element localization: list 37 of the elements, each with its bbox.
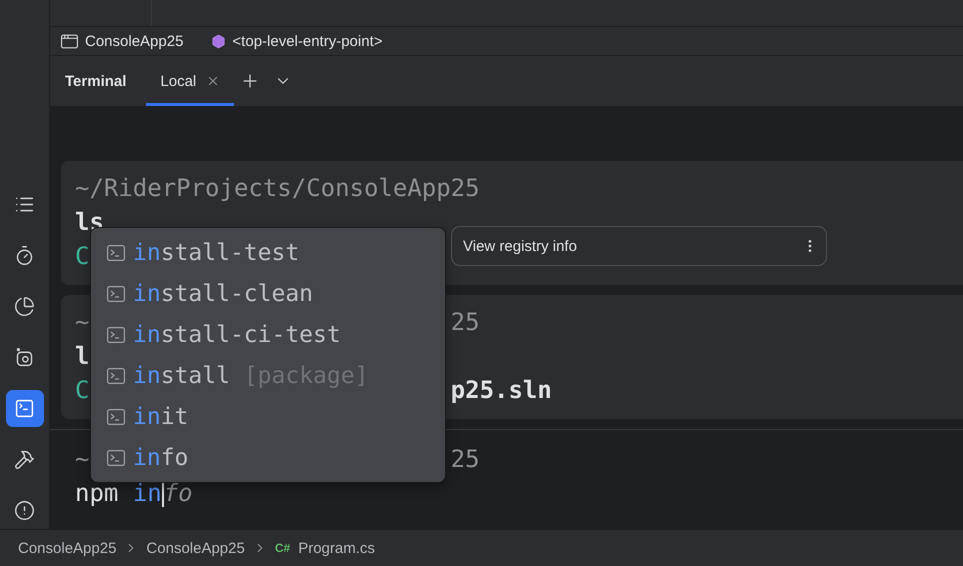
- terminal-icon: [107, 408, 125, 424]
- breadcrumb-item[interactable]: Program.cs: [298, 540, 375, 556]
- terminal-text: l: [75, 342, 90, 370]
- terminal-text: 25: [450, 445, 480, 473]
- terminal-icon: [107, 326, 125, 342]
- doc-text: View registry info: [463, 238, 577, 254]
- completion-item[interactable]: install-test: [91, 232, 445, 273]
- terminal-icon: [107, 244, 125, 260]
- hammer-icon: [14, 449, 35, 470]
- terminal-text: 25: [450, 308, 480, 336]
- window-icon: [60, 32, 79, 50]
- completion-item[interactable]: install-clean: [91, 273, 445, 314]
- cube-icon: [211, 34, 226, 48]
- terminal-icon: [107, 368, 125, 384]
- breadcrumb-item[interactable]: <top-level-entry-point>: [232, 32, 383, 50]
- terminal-text: ~: [75, 308, 90, 336]
- terminal-icon: [107, 450, 125, 466]
- file-type-icon: C#: [274, 541, 290, 555]
- terminal-text: ~/RiderProjects/ConsoleApp25: [75, 174, 480, 202]
- completion-item[interactable]: init: [91, 396, 445, 437]
- terminal-text: ~: [75, 445, 90, 473]
- tool-window-title: Terminal: [65, 72, 126, 92]
- completion-item[interactable]: info: [91, 437, 445, 478]
- completion-item[interactable]: install-ci-test: [91, 314, 445, 355]
- terminal-text: C: [75, 242, 90, 270]
- terminal-icon: [14, 398, 35, 419]
- terminal-text: p25.sln: [450, 376, 552, 404]
- pie-chart-icon: [14, 296, 35, 317]
- breadcrumb-item[interactable]: ConsoleApp25: [18, 540, 116, 556]
- dot-square-icon: [14, 347, 35, 368]
- breadcrumb-item[interactable]: ConsoleApp25: [146, 540, 245, 556]
- timer-icon: [14, 245, 35, 266]
- terminal-text: C: [75, 376, 90, 404]
- terminal-icon: [107, 286, 125, 302]
- alert-icon: [14, 500, 35, 521]
- tool-window-button[interactable]: [6, 390, 44, 427]
- breadcrumb-item[interactable]: ConsoleApp25: [85, 32, 184, 50]
